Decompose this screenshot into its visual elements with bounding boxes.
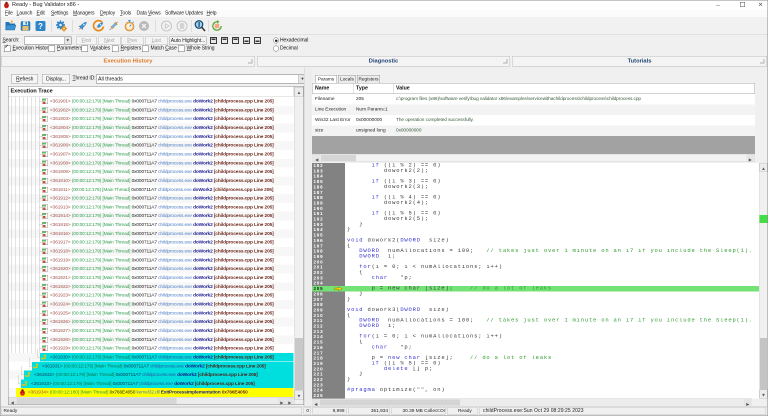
svg-text:?: ?: [38, 22, 43, 31]
